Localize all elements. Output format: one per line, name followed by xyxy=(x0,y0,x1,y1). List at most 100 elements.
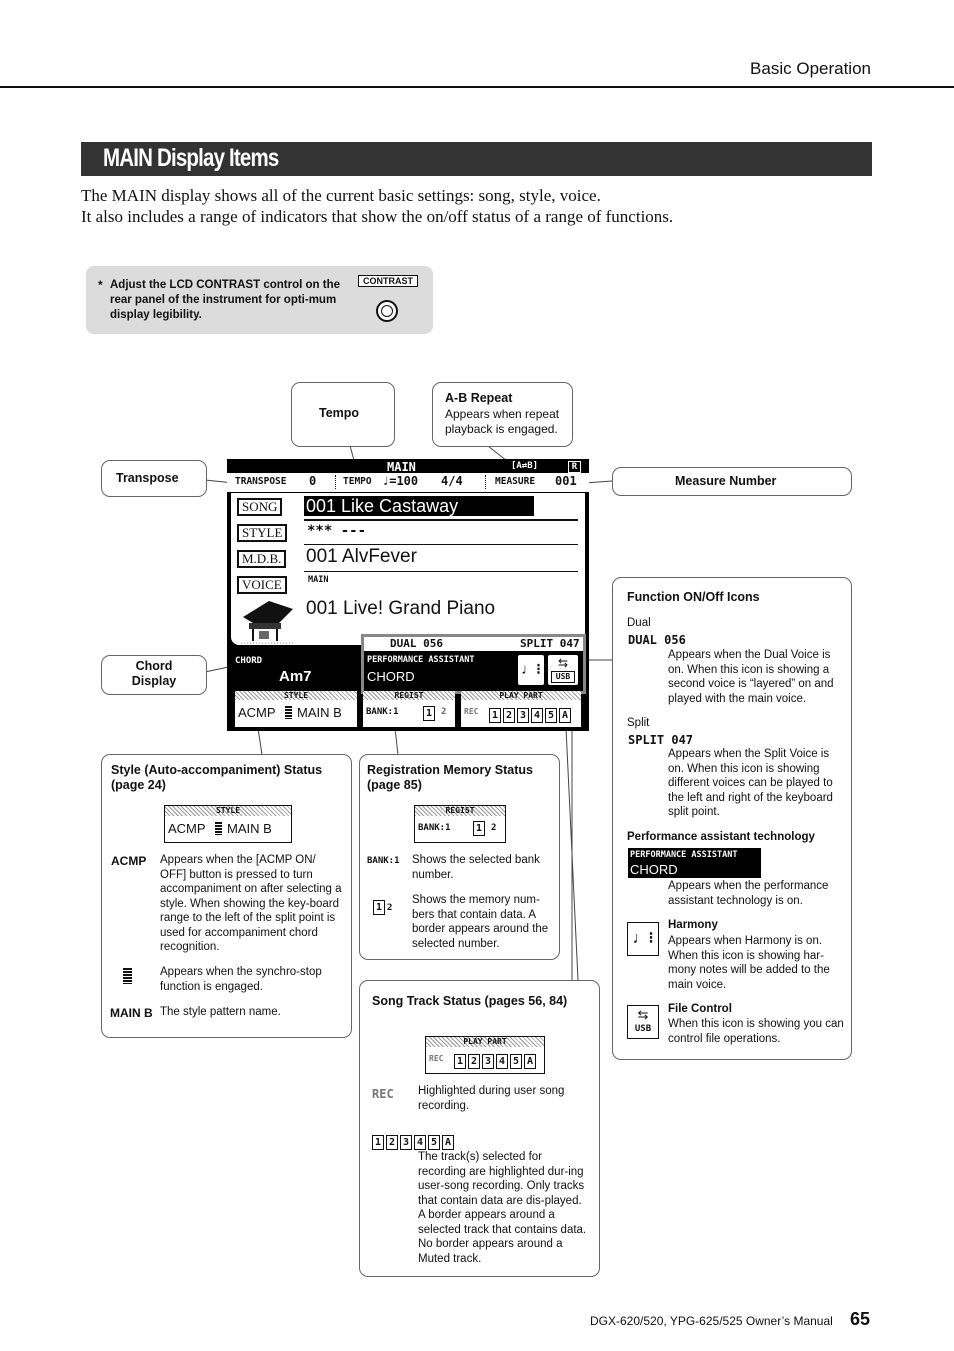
function-panel-title: Function ON/Off Icons xyxy=(627,590,760,604)
voice-label: VOICE xyxy=(237,576,287,594)
style-label: STYLE xyxy=(237,524,288,542)
rec-indicator: REC xyxy=(464,707,479,716)
measure-label: MEASURE xyxy=(495,476,536,487)
memory-numbers-icon: 12 xyxy=(373,897,392,915)
track-a: A xyxy=(559,708,571,723)
transpose-value: 0 xyxy=(309,474,317,488)
lcd-title: MAIN xyxy=(387,460,416,474)
transpose-callout-title: Transpose xyxy=(116,471,179,485)
acmp-icon: ACMP xyxy=(111,854,147,868)
pa-icon: PERFORMANCE ASSISTANT CHORD xyxy=(628,848,761,878)
pa-panel-label: Performance assistant technology xyxy=(627,831,815,843)
style-value: *** --- xyxy=(307,523,367,539)
measure-value: 001 xyxy=(555,474,577,488)
main-b-desc: The style pattern name. xyxy=(160,1006,281,1018)
track-indicators: 12345A xyxy=(489,705,573,723)
pa-label: PERFORMANCE ASSISTANT xyxy=(367,655,475,665)
measure-callout: Measure Number xyxy=(612,467,852,496)
page-number: 65 xyxy=(850,1309,871,1329)
track-1: 1 xyxy=(489,708,501,723)
dual-icon: DUAL 056 xyxy=(628,633,686,647)
lcd-body: SONG 001 Like Castaway STYLE *** --- M.D… xyxy=(231,493,585,645)
song-value: 001 Like Castaway xyxy=(304,496,534,516)
chord-value: Am7 xyxy=(279,668,312,685)
tempo-callout-title: Tempo xyxy=(319,406,360,420)
usb-icon: ⇆ USB xyxy=(548,655,578,685)
track-4: 4 xyxy=(531,708,543,723)
chord-callout: Chord Display xyxy=(101,655,207,695)
song-label: SONG xyxy=(237,498,283,516)
song-panel-title: Song Track Status (pages 56, 84) xyxy=(372,994,568,1008)
status-row: TRANSPOSE 0 TEMPO ♩=100 4/4 MEASURE 001 xyxy=(227,473,589,492)
regist-status-box: REGIST BANK:1 1 2 xyxy=(363,691,455,727)
transpose-label: TRANSPOSE xyxy=(235,476,287,487)
split-icon: SPLIT 047 xyxy=(628,733,694,747)
ab-repeat-callout: A-B Repeat Appears when repeat playback … xyxy=(432,382,573,447)
main-b-icon: MAIN B xyxy=(110,1006,153,1020)
r-icon: R xyxy=(568,461,581,473)
track-numbers-icon: 12345A xyxy=(372,1132,456,1150)
tempo-value: ♩=100 xyxy=(382,474,419,488)
bank-icon: BANK:1 xyxy=(367,856,400,866)
play-part-box: PLAY PART REC 12345A xyxy=(461,691,581,727)
footer-manual: DGX-620/520, YPG-625/525 Owner’s Manual xyxy=(590,1314,833,1328)
memory-1: 1 xyxy=(423,706,435,721)
memory-desc: Shows the memory num-bers that contain d… xyxy=(412,894,549,950)
chord-callout-title: Chord Display xyxy=(131,659,177,688)
synchro-stop-icon xyxy=(123,968,132,984)
regist-panel-title: Registration Memory Status (page 85) xyxy=(367,763,534,792)
ab-repeat-text: Appears when repeat playback is engaged. xyxy=(445,407,560,436)
harmony-title: Harmony xyxy=(668,919,718,931)
ab-repeat-icon: [A⇄B] xyxy=(511,461,539,471)
split-indicator: SPLIT 047 xyxy=(520,637,580,650)
harmony-icon: ♩⁝ xyxy=(518,655,544,685)
pa-desc: Appears when the performance assistant t… xyxy=(668,880,829,907)
track-3: 3 xyxy=(517,708,529,723)
tracks-desc: The track(s) selected for recording are … xyxy=(418,1151,587,1265)
song-panel-sample: PLAY PART REC 12345A xyxy=(425,1036,545,1074)
synchro-stop-desc: Appears when the synchro-stop function i… xyxy=(160,966,322,993)
style-status-panel: Style (Auto-accompaniment) Status (page … xyxy=(101,754,352,1038)
dual-indicator: DUAL 056 xyxy=(390,637,443,650)
tempo-label: TEMPO xyxy=(343,476,372,487)
regist-panel-sample: REGIST BANK:1 1 2 xyxy=(414,805,506,843)
split-desc: Appears when the Split Voice is on. When… xyxy=(668,748,833,818)
acmp-desc: Appears when the [ACMP ON/ OFF] button i… xyxy=(160,854,342,953)
regist-status-panel: Registration Memory Status (page 85) REG… xyxy=(359,754,560,960)
track-5: 5 xyxy=(545,708,557,723)
usb-file-icon: ⇆ USB xyxy=(627,1005,659,1039)
style-panel-sample: STYLE ACMP MAIN B xyxy=(164,805,292,843)
rec-desc: Highlighted during user song recording. xyxy=(418,1085,565,1112)
tempo-callout: Tempo xyxy=(291,382,395,447)
track-2: 2 xyxy=(503,708,515,723)
dual-label: Dual xyxy=(627,617,651,629)
voice-sub-label: MAIN xyxy=(308,575,329,585)
split-label: Split xyxy=(627,717,650,729)
harmony-icon: ♩⁝ xyxy=(627,922,659,956)
function-icons-frame: DUAL 056 SPLIT 047 PERFORMANCE ASSISTANT… xyxy=(361,634,586,694)
pa-value: CHORD xyxy=(367,669,415,684)
rec-icon: REC xyxy=(372,1087,394,1101)
ab-repeat-title: A-B Repeat xyxy=(445,391,513,405)
memory-2: 2 xyxy=(441,707,447,717)
lcd-main-display: MAIN [A⇄B] R TRANSPOSE 0 TEMPO ♩=100 4/4… xyxy=(227,459,589,731)
play-part-header: PLAY PART xyxy=(461,691,581,700)
bank-desc: Shows the selected bank number. xyxy=(412,854,540,881)
time-signature: 4/4 xyxy=(441,474,463,488)
harmony-desc: Appears when Harmony is on. When this ic… xyxy=(668,935,830,991)
style-panel-title: Style (Auto-accompaniment) Status (page … xyxy=(111,763,323,792)
dual-desc: Appears when the Dual Voice is on. When … xyxy=(668,649,834,705)
synchro-stop-icon xyxy=(285,706,292,719)
function-icons-panel: Function ON/Off Icons Dual DUAL 056 Appe… xyxy=(612,577,852,1060)
transpose-callout: Transpose xyxy=(101,460,207,497)
file-control-desc: When this icon is showing you can contro… xyxy=(668,1018,844,1045)
mdb-value: 001 AlvFever xyxy=(306,546,417,567)
voice-value: 001 Live! Grand Piano xyxy=(306,598,496,619)
mdb-label: M.D.B. xyxy=(237,550,287,568)
style-status-box: STYLE ACMP MAIN B xyxy=(235,691,357,727)
bank-indicator: BANK:1 xyxy=(366,707,399,717)
acmp-indicator: ACMP xyxy=(238,705,276,720)
measure-callout-title: Measure Number xyxy=(675,474,777,488)
file-control-title: File Control xyxy=(668,1003,732,1015)
chord-label: CHORD xyxy=(235,656,263,666)
